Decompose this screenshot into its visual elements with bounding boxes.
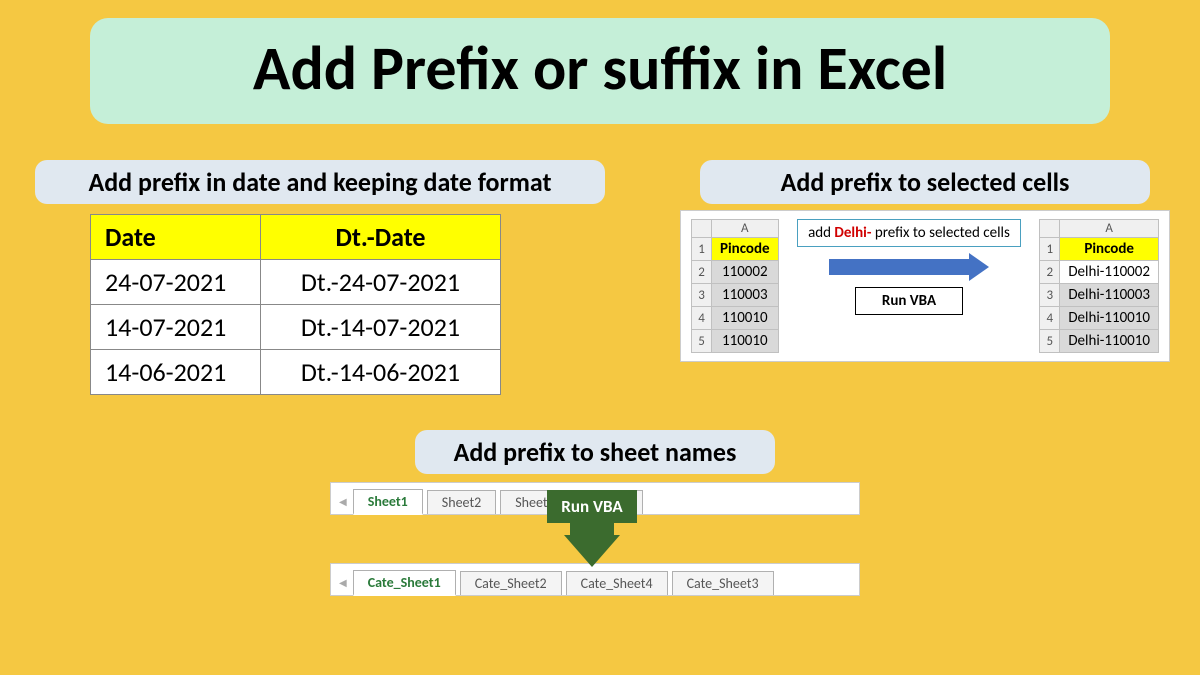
date-cell: Dt.-24-07-2021: [261, 260, 501, 305]
table-row: 14-07-2021 Dt.-14-07-2021: [91, 305, 501, 350]
arrow-right-icon: [829, 253, 989, 281]
pincode-cell: 110010: [712, 307, 779, 330]
sheet-tab[interactable]: Cate_Sheet3: [672, 571, 774, 595]
pincode-cell: Delhi-110003: [1060, 284, 1159, 307]
middle-column: add Delhi- prefix to selected cells Run …: [791, 219, 1028, 315]
date-header-2: Dt.-Date: [261, 215, 501, 260]
arrow-down-runvba: Run VBA: [522, 490, 662, 567]
date-cell: 14-06-2021: [91, 350, 261, 395]
sheet-tab[interactable]: Sheet1: [353, 489, 423, 515]
run-vba-label: Run VBA: [855, 287, 963, 315]
pincode-cell: 110002: [712, 261, 779, 284]
col-letter: A: [1060, 220, 1159, 238]
pincode-grid-after: A 1Pincode 2Delhi-110002 3Delhi-110003 4…: [1039, 219, 1159, 353]
callout-prefix-red: Delhi-: [834, 224, 871, 242]
col-letter: A: [712, 220, 779, 238]
sheet-tab[interactable]: Sheet2: [427, 490, 496, 514]
pincode-cell: Delhi-110010: [1060, 307, 1159, 330]
date-cell: Dt.-14-06-2021: [261, 350, 501, 395]
section2-heading: Add prefix to selected cells: [700, 160, 1150, 204]
section2-body: A 1Pincode 2110002 3110003 4110010 51100…: [680, 210, 1170, 362]
date-table: Date Dt.-Date 24-07-2021 Dt.-24-07-2021 …: [90, 214, 501, 395]
pincode-cell: 110010: [712, 330, 779, 353]
pincode-grid-before: A 1Pincode 2110002 3110003 4110010 51100…: [691, 219, 779, 353]
date-cell: 14-07-2021: [91, 305, 261, 350]
pincode-cell: Delhi-110002: [1060, 261, 1159, 284]
sheet-tab[interactable]: Cate_Sheet1: [353, 570, 456, 596]
arrow-down-icon: [564, 535, 620, 567]
section-selected-cells: Add prefix to selected cells A 1Pincode …: [680, 160, 1170, 362]
pincode-header: Pincode: [712, 238, 779, 261]
run-vba-label-green: Run VBA: [547, 490, 636, 523]
sheet-tab[interactable]: Cate_Sheet2: [460, 571, 562, 595]
page-title: Add Prefix or suffix in Excel: [90, 18, 1110, 124]
table-row: 24-07-2021 Dt.-24-07-2021: [91, 260, 501, 305]
pincode-header: Pincode: [1060, 238, 1159, 261]
table-row: 14-06-2021 Dt.-14-06-2021: [91, 350, 501, 395]
date-cell: Dt.-14-07-2021: [261, 305, 501, 350]
pincode-cell: 110003: [712, 284, 779, 307]
section1-heading: Add prefix in date and keeping date form…: [35, 160, 605, 204]
section-date-prefix: Add prefix in date and keeping date form…: [35, 160, 605, 395]
callout-text-post: prefix to selected cells: [871, 224, 1009, 242]
date-header-1: Date: [91, 215, 261, 260]
sheet-tab[interactable]: Cate_Sheet4: [566, 571, 668, 595]
callout-text-pre: add: [808, 224, 834, 242]
prefix-callout: add Delhi- prefix to selected cells: [797, 219, 1021, 247]
sheet-tabs-after: Cate_Sheet1 Cate_Sheet2 Cate_Sheet4 Cate…: [330, 563, 860, 596]
section3-heading: Add prefix to sheet names: [415, 430, 775, 474]
date-cell: 24-07-2021: [91, 260, 261, 305]
pincode-cell: Delhi-110010: [1060, 330, 1159, 353]
